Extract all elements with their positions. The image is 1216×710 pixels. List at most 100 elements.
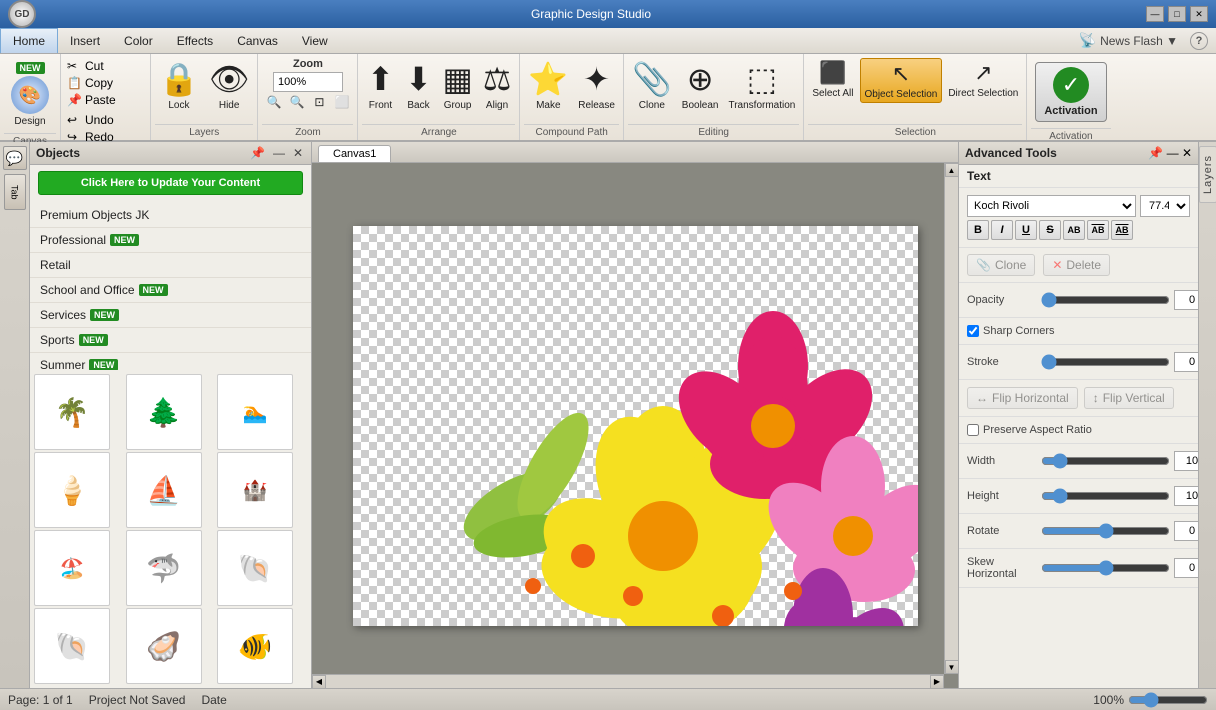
thumb-3[interactable]: 🍦 — [34, 452, 110, 528]
menu-home[interactable]: Home — [0, 28, 58, 53]
thumb-2[interactable]: 🏊 — [217, 374, 293, 450]
thumb-6[interactable]: 🏖️ — [34, 530, 110, 606]
design-button[interactable]: NEW 🎨 Design — [4, 58, 56, 131]
italic-button[interactable]: I — [991, 220, 1013, 240]
allcaps-button[interactable]: AB — [1063, 220, 1085, 240]
direct-selection-button[interactable]: ↗ Direct Selection — [944, 58, 1022, 101]
zoom-out-button[interactable]: 🔍 — [264, 94, 285, 110]
back-button[interactable]: ⬇ Back — [400, 58, 436, 113]
zoom-level-slider[interactable] — [1128, 692, 1208, 708]
front-icon: ⬆ — [367, 60, 394, 98]
opacity-slider[interactable] — [1041, 293, 1170, 307]
canvas-content[interactable]: ▲ ▼ ◀ ▶ — [312, 163, 958, 688]
sharp-corners-checkbox[interactable] — [967, 325, 979, 337]
strikethrough-button[interactable]: S — [1039, 220, 1061, 240]
update-content-button[interactable]: Click Here to Update Your Content — [38, 171, 303, 195]
menu-canvas[interactable]: Canvas — [225, 28, 290, 53]
flip-horizontal-button[interactable]: ↔ Flip Horizontal — [967, 387, 1078, 409]
thumb-5[interactable]: 🏰 — [217, 452, 293, 528]
stroke-slider[interactable] — [1041, 355, 1170, 369]
thumb-10[interactable]: 🦪 — [126, 608, 202, 684]
canvas-vertical-scrollbar[interactable]: ▲ ▼ — [944, 163, 958, 674]
release-button[interactable]: ✦ Release — [574, 58, 619, 113]
skew-h-slider[interactable] — [1041, 561, 1170, 575]
delete-action-button[interactable]: ✕ Delete — [1043, 254, 1110, 276]
thumb-11[interactable]: 🐠 — [217, 608, 293, 684]
rotate-slider[interactable] — [1041, 524, 1170, 538]
category-school[interactable]: School and Office NEW — [30, 278, 311, 303]
activation-button[interactable]: ✓ Activation — [1035, 62, 1106, 122]
objects-panel-pin[interactable]: 📌 — [248, 146, 267, 160]
width-slider[interactable] — [1041, 454, 1170, 468]
help-button[interactable]: ? — [1190, 32, 1208, 50]
height-slider[interactable] — [1041, 489, 1170, 503]
scroll-left-button[interactable]: ◀ — [312, 675, 326, 689]
maximize-button[interactable]: □ — [1168, 6, 1186, 22]
category-sports[interactable]: Sports NEW — [30, 328, 311, 353]
advanced-tools-minimize[interactable]: — — [1167, 146, 1179, 160]
canvas-horizontal-scrollbar[interactable]: ◀ ▶ — [312, 674, 944, 688]
layers-tab[interactable]: Layers — [1199, 146, 1216, 203]
bold-button[interactable]: B — [967, 220, 989, 240]
scroll-down-button[interactable]: ▼ — [945, 660, 959, 674]
zoom-in-button[interactable]: 🔍 — [286, 94, 307, 110]
objects-panel-minimize[interactable]: — — [271, 146, 287, 160]
select-all-button[interactable]: ⬛ Select All — [808, 58, 857, 101]
subscript-button[interactable]: AB — [1111, 220, 1133, 240]
underline-button[interactable]: U — [1015, 220, 1037, 240]
object-selection-button[interactable]: ↖ Object Selection — [860, 58, 943, 103]
hide-button[interactable]: 👁 Hide — [205, 58, 254, 113]
copy-button[interactable]: 📋 Copy — [65, 75, 115, 91]
left-tool-comment[interactable]: 💬 — [3, 146, 27, 170]
scroll-up-button[interactable]: ▲ — [945, 163, 959, 177]
arrange-section-label: Arrange — [362, 124, 515, 138]
undo-button[interactable]: ↩ Undo — [65, 112, 146, 128]
category-professional[interactable]: Professional NEW — [30, 228, 311, 253]
canvas-tab-1[interactable]: Canvas1 — [318, 145, 391, 162]
paste-button[interactable]: 📌 Paste — [65, 92, 118, 108]
category-summer[interactable]: Summer NEW — [30, 353, 311, 370]
ribbon-editing-buttons: 📎 Clone ⊕ Boolean ⬚ Transformation — [628, 56, 799, 124]
minimize-button[interactable]: — — [1146, 6, 1164, 22]
smallcaps-button[interactable]: AB — [1087, 220, 1109, 240]
lock-button[interactable]: 🔒 Lock — [155, 58, 203, 113]
cut-button[interactable]: ✂ Cut — [65, 58, 106, 74]
menu-effects[interactable]: Effects — [165, 28, 225, 53]
make-button[interactable]: ⭐ Make — [524, 58, 572, 113]
thumb-0[interactable]: 🌴 — [34, 374, 110, 450]
front-button[interactable]: ⬆ Front — [362, 58, 398, 113]
thumb-1[interactable]: 🌲 — [126, 374, 202, 450]
preserve-aspect-checkbox[interactable] — [967, 424, 979, 436]
menu-insert[interactable]: Insert — [58, 28, 112, 53]
clone-action-button[interactable]: 📎 Clone — [967, 254, 1035, 276]
align-button[interactable]: ⚖ Align — [479, 58, 516, 113]
clone-edit-label: Clone — [639, 100, 665, 111]
menu-view[interactable]: View — [290, 28, 340, 53]
news-flash[interactable]: 📡 News Flash ▼ ? — [1071, 28, 1216, 53]
category-premium[interactable]: Premium Objects JK — [30, 203, 311, 228]
zoom-actual-button[interactable]: ⬜ — [331, 94, 352, 110]
zoom-input[interactable] — [273, 72, 343, 92]
thumb-9[interactable]: 🐚 — [34, 608, 110, 684]
category-services[interactable]: Services NEW — [30, 303, 311, 328]
transformation-button[interactable]: ⬚ Transformation — [724, 58, 799, 113]
font-size-select[interactable]: 77.4 — [1140, 195, 1190, 217]
flip-vertical-button[interactable]: ↕ Flip Vertical — [1084, 387, 1174, 409]
group-button[interactable]: ▦ Group — [438, 58, 476, 113]
font-select[interactable]: Koch Rivoli — [967, 195, 1136, 217]
advanced-tools-close[interactable]: ✕ — [1182, 146, 1192, 160]
zoom-fit-button[interactable]: ⊡ — [309, 94, 329, 110]
category-retail[interactable]: Retail — [30, 253, 311, 278]
clone-edit-button[interactable]: 📎 Clone — [628, 58, 676, 113]
left-tool-tag[interactable]: Tab — [4, 174, 26, 210]
thumb-8[interactable]: 🐚 — [217, 530, 293, 606]
thumb-4[interactable]: ⛵ — [126, 452, 202, 528]
close-button[interactable]: ✕ — [1190, 6, 1208, 22]
advanced-tools-pin[interactable]: 📌 — [1148, 146, 1163, 160]
menu-color[interactable]: Color — [112, 28, 165, 53]
boolean-button[interactable]: ⊕ Boolean — [678, 58, 723, 113]
canvas-frame[interactable] — [353, 226, 918, 626]
objects-panel-close[interactable]: ✕ — [291, 146, 305, 160]
thumb-7[interactable]: 🦈 — [126, 530, 202, 606]
scroll-right-button[interactable]: ▶ — [930, 675, 944, 689]
